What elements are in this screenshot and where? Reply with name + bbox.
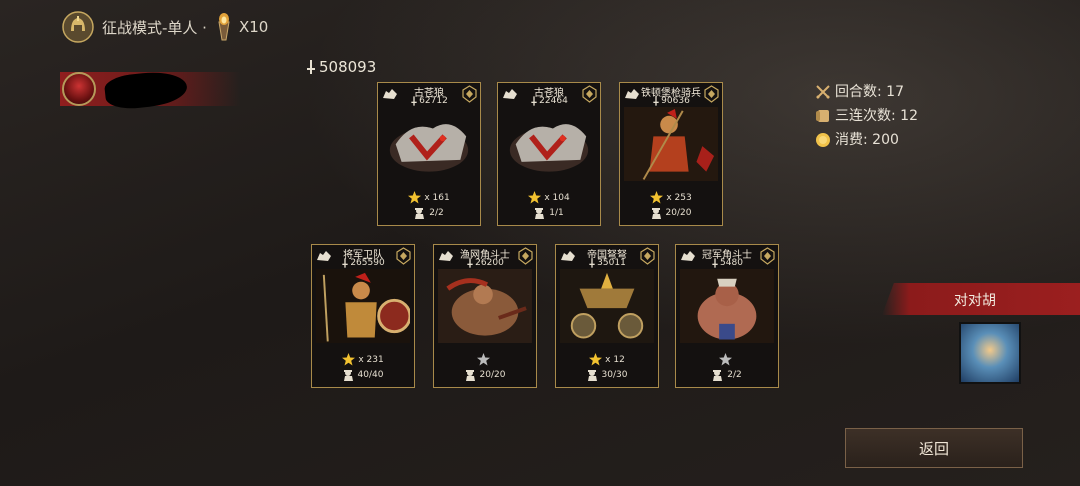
unit-count: 30/30	[556, 369, 658, 381]
total-power: 508093	[305, 58, 376, 76]
unit-count: 20/20	[434, 369, 536, 381]
unit-power-value: 90636	[661, 96, 690, 106]
star-icon	[528, 191, 542, 204]
soldier-icon	[713, 370, 723, 381]
unit-stars: x 12	[556, 353, 658, 366]
unit-count: 2/2	[676, 369, 778, 381]
helmet-icon	[62, 11, 94, 43]
unit-stars: x 161	[378, 191, 480, 204]
unit-power: 26200	[434, 258, 536, 268]
unit-count: 40/40	[312, 369, 414, 381]
unit-portrait	[438, 269, 532, 345]
star-icon	[408, 191, 422, 204]
unit-stars: x 104	[498, 191, 600, 204]
unit-power: 62712	[378, 96, 480, 106]
unit-power-value: 22464	[539, 96, 568, 106]
soldier-icon	[415, 208, 425, 219]
rounds-label: 回合数: 17	[835, 84, 904, 100]
scroll-icon	[816, 110, 829, 122]
soldier-icon	[651, 208, 661, 219]
player-avatar[interactable]	[62, 72, 96, 106]
stats-panel: 回合数: 17 三连次数: 12 消费: 200	[815, 80, 918, 152]
power-icon	[531, 96, 537, 106]
unit-count-value: 20/20	[479, 370, 506, 380]
coin-icon	[816, 133, 830, 147]
unit-power: 265590	[312, 258, 414, 268]
triples-row: 三连次数: 12	[815, 104, 918, 128]
unit-power-value: 5480	[720, 258, 743, 268]
soldier-icon	[465, 370, 475, 381]
unit-card[interactable]: 古苍狼 22464 x 104 1/1	[497, 82, 601, 226]
unit-stars: x 231	[312, 353, 414, 366]
unit-card[interactable]: 渔网角斗士 26200 20/20	[433, 244, 537, 388]
star-icon	[477, 353, 490, 366]
unit-portrait	[502, 107, 596, 183]
triples-label: 三连次数: 12	[835, 108, 918, 124]
unit-power: 90636	[620, 96, 722, 106]
unit-portrait	[680, 269, 774, 345]
rounds-row: 回合数: 17	[815, 80, 918, 104]
unit-portrait	[382, 107, 476, 183]
star-icon	[342, 353, 356, 366]
cost-label: 消费: 200	[835, 132, 899, 148]
unit-count-value: 20/20	[665, 208, 692, 218]
unit-stars-value: x 104	[544, 192, 570, 203]
total-power-value: 508093	[319, 58, 377, 76]
opponent-avatar[interactable]	[959, 322, 1021, 384]
unit-power-value: 26200	[475, 258, 504, 268]
star-icon	[650, 191, 664, 204]
unit-count-value: 40/40	[357, 370, 384, 380]
multiplier-label: X10	[238, 18, 269, 36]
unit-stars-value: x 12	[605, 354, 625, 365]
soldier-icon	[587, 370, 597, 381]
unit-card[interactable]: 帝国弩弩 35011 x 12 30/30	[555, 244, 659, 388]
unit-count: 1/1	[498, 207, 600, 219]
unit-stars-value: x 161	[424, 192, 450, 203]
crossed-swords-icon	[816, 85, 830, 99]
unit-count-value: 2/2	[727, 370, 742, 380]
unit-stars-value: x 253	[666, 192, 692, 203]
soldier-icon	[343, 370, 353, 381]
unit-card[interactable]: 冠军角斗士 5480 2/2	[675, 244, 779, 388]
unit-power-value: 62712	[419, 96, 448, 106]
unit-portrait	[316, 269, 412, 345]
unit-power: 5480	[676, 258, 778, 268]
star-icon	[589, 353, 603, 366]
power-icon	[589, 258, 595, 268]
unit-power-value: 35011	[597, 258, 626, 268]
power-icon	[411, 96, 417, 106]
star-icon	[719, 353, 732, 366]
unit-card[interactable]: 铁顿堡枪骑兵 90636 x 253 20/20	[619, 82, 723, 226]
torch-icon	[218, 13, 230, 41]
unit-card[interactable]: 古苍狼 62712 x 161 2/2	[377, 82, 481, 226]
opponent-name: 对对胡	[954, 293, 996, 309]
back-button[interactable]: 返回	[845, 428, 1023, 468]
unit-power: 35011	[556, 258, 658, 268]
unit-count-value: 30/30	[601, 370, 628, 380]
sword-icon	[307, 60, 315, 74]
unit-power: 22464	[498, 96, 600, 106]
mode-label: 征战模式-单人 ·	[102, 18, 207, 37]
unit-portrait	[624, 107, 718, 183]
header: 征战模式-单人 · X10	[62, 10, 268, 44]
soldier-icon	[535, 208, 545, 219]
unit-stars-value: x 231	[358, 354, 384, 365]
unit-stars: x 253	[620, 191, 722, 204]
unit-stars	[676, 353, 778, 366]
power-icon	[467, 258, 473, 268]
power-icon	[342, 258, 348, 268]
unit-card[interactable]: 将军卫队 265590 x 231 40/40	[311, 244, 415, 388]
unit-count: 20/20	[620, 207, 722, 219]
unit-count-value: 1/1	[549, 208, 564, 218]
unit-stars	[434, 353, 536, 366]
unit-count: 2/2	[378, 207, 480, 219]
unit-portrait	[560, 269, 654, 345]
unit-power-value: 265590	[350, 258, 385, 268]
unit-count-value: 2/2	[429, 208, 444, 218]
power-icon	[712, 258, 718, 268]
cost-row: 消费: 200	[815, 128, 918, 152]
power-icon	[653, 96, 659, 106]
